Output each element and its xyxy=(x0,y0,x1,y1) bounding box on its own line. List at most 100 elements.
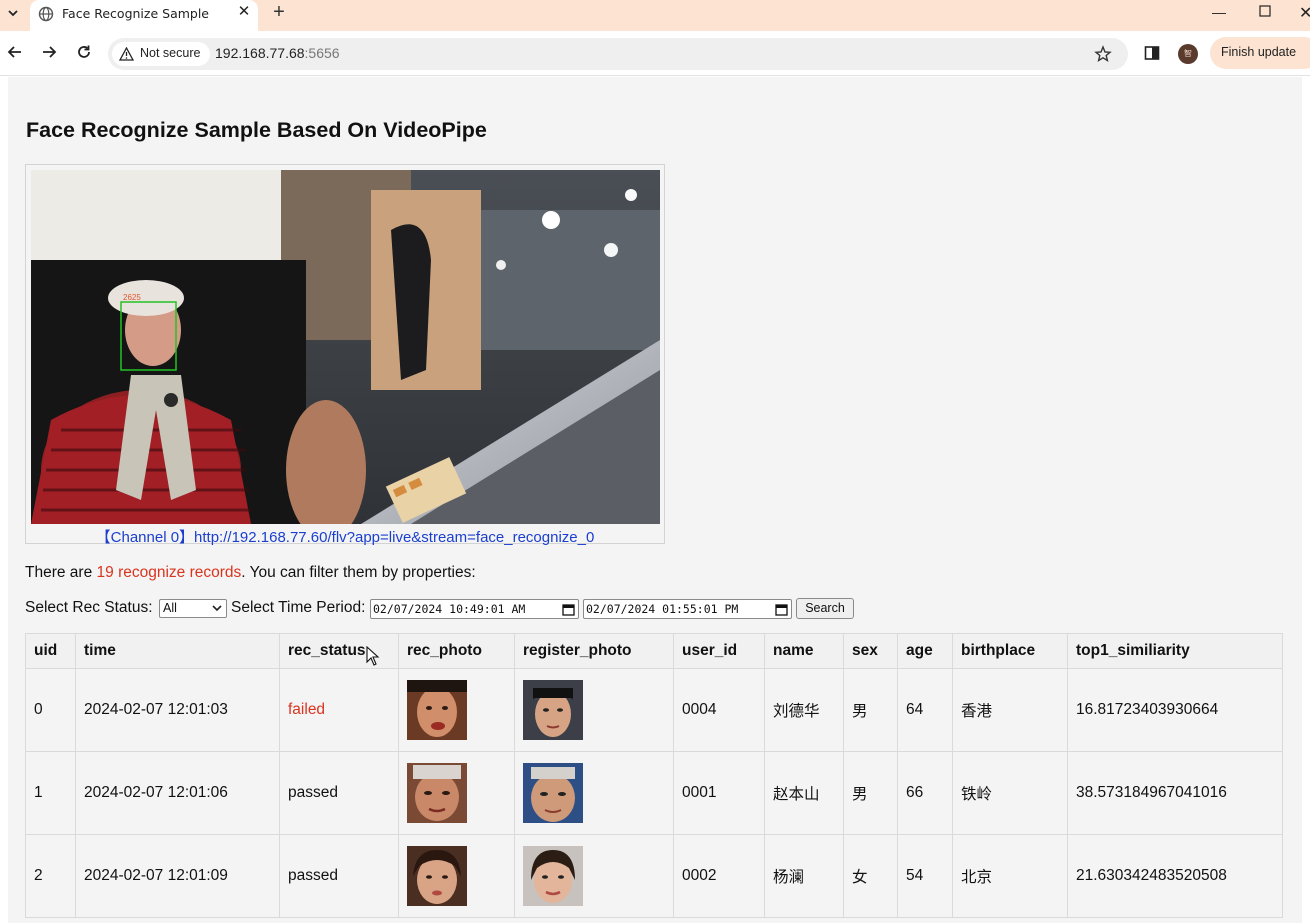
cell-uid: 1 xyxy=(25,751,76,835)
video-frame-image: 2625 xyxy=(31,170,660,524)
page-title: Face Recognize Sample Based On VideoPipe xyxy=(26,118,487,142)
calendar-icon[interactable] xyxy=(562,603,575,616)
register-photo-image xyxy=(523,846,583,906)
cell-top1-similarity: 16.81723403930664 xyxy=(1067,668,1283,752)
video-panel: 2625 【Channel 0】http://192.168.77.60/flv… xyxy=(25,164,665,547)
column-header-time: time xyxy=(75,633,280,669)
tab-title: Face Recognize Sample xyxy=(62,6,209,21)
cell-rec-photo xyxy=(398,751,515,835)
cell-time: 2024-02-07 12:01:09 xyxy=(75,834,280,918)
close-tab-icon[interactable]: ✕ xyxy=(236,4,252,20)
table-row: 0 2024-02-07 12:01:03 failed 0004 刘德华 男 … xyxy=(25,668,1283,752)
column-header-sex: sex xyxy=(843,633,898,669)
maximize-button[interactable] xyxy=(1256,4,1274,20)
cell-top1-similarity: 38.573184967041016 xyxy=(1067,751,1283,835)
cell-time: 2024-02-07 12:01:06 xyxy=(75,751,280,835)
search-button[interactable]: Search xyxy=(796,598,854,619)
records-table: uid time rec_status rec_photo register_p… xyxy=(25,633,1283,918)
side-panel-icon[interactable] xyxy=(1144,45,1160,61)
column-header-age: age xyxy=(897,633,953,669)
cell-top1-similarity: 21.630342483520508 xyxy=(1067,834,1283,918)
cell-register-photo xyxy=(514,834,674,918)
cell-sex: 男 xyxy=(843,751,898,835)
register-photo-image xyxy=(523,680,583,740)
cell-birthplace: 香港 xyxy=(952,668,1068,752)
cell-name: 刘德华 xyxy=(764,668,844,752)
browser-toolbar: Not secure 192.168.77.68:5656 智 Finish u… xyxy=(0,31,1310,76)
cell-user-id: 0004 xyxy=(673,668,765,752)
mouse-cursor-icon xyxy=(366,646,380,666)
site-security-chip[interactable]: Not secure xyxy=(112,42,210,66)
warning-triangle-icon xyxy=(119,47,134,61)
cell-register-photo xyxy=(514,751,674,835)
minimize-button[interactable]: — xyxy=(1210,4,1228,20)
status-filter-label: Select Rec Status: xyxy=(25,599,153,616)
column-header-uid: uid xyxy=(25,633,76,669)
cell-rec-photo xyxy=(398,668,515,752)
rec-status-select[interactable]: All xyxy=(159,599,227,618)
video-player[interactable]: 2625 xyxy=(31,170,660,524)
address-bar[interactable]: Not secure 192.168.77.68:5656 xyxy=(108,38,1128,70)
reload-icon[interactable] xyxy=(75,43,93,61)
url-text[interactable]: 192.168.77.68:5656 xyxy=(215,45,340,61)
start-time-input[interactable]: 02/07/2024 10:49:01 AM xyxy=(370,599,579,619)
rec-photo-image xyxy=(407,763,467,823)
forward-arrow-icon[interactable] xyxy=(40,43,58,61)
active-tab[interactable]: Face Recognize Sample ✕ xyxy=(30,0,258,31)
cell-rec-photo xyxy=(398,834,515,918)
cell-birthplace: 铁岭 xyxy=(952,751,1068,835)
table-header-row: uid time rec_status rec_photo register_p… xyxy=(25,633,1283,669)
bookmark-star-icon[interactable] xyxy=(1094,45,1112,63)
summary-prefix: There are xyxy=(25,564,97,581)
column-header-rec-photo: rec_photo xyxy=(398,633,515,669)
column-header-birthplace: birthplace xyxy=(952,633,1068,669)
calendar-icon[interactable] xyxy=(775,603,788,616)
security-label: Not secure xyxy=(140,46,201,60)
globe-icon xyxy=(38,6,54,22)
finish-update-label: Finish update xyxy=(1221,45,1297,59)
cell-rec-status: failed xyxy=(279,668,399,752)
period-filter-label: Select Time Period: xyxy=(231,599,366,616)
url-port: :5656 xyxy=(304,45,340,61)
table-row: 2 2024-02-07 12:01:09 passed 0002 杨澜 女 5… xyxy=(25,834,1283,918)
cell-sex: 男 xyxy=(843,668,898,752)
chevron-down-icon xyxy=(8,10,18,17)
cell-birthplace: 北京 xyxy=(952,834,1068,918)
register-photo-image xyxy=(523,763,583,823)
window-close-button[interactable]: ✕ xyxy=(1299,3,1310,19)
column-header-top1-similarity: top1_similiarity xyxy=(1067,633,1283,669)
url-host: 192.168.77.68 xyxy=(215,45,305,61)
new-tab-button[interactable]: + xyxy=(270,2,288,22)
chevron-down-icon xyxy=(212,605,222,612)
back-arrow-icon[interactable] xyxy=(6,43,24,61)
cell-uid: 0 xyxy=(25,668,76,752)
profile-avatar[interactable]: 智 xyxy=(1178,44,1198,64)
cell-uid: 2 xyxy=(25,834,76,918)
cell-rec-status: passed xyxy=(279,751,399,835)
column-header-user-id: user_id xyxy=(673,633,765,669)
cell-rec-status: passed xyxy=(279,834,399,918)
column-header-name: name xyxy=(764,633,844,669)
cell-sex: 女 xyxy=(843,834,898,918)
page-viewport: Face Recognize Sample Based On VideoPipe xyxy=(0,77,1310,923)
rec-photo-image xyxy=(407,680,467,740)
tab-search-button[interactable] xyxy=(0,0,26,26)
cell-age: 54 xyxy=(897,834,953,918)
channel-stream-link[interactable]: 【Channel 0】http://192.168.77.60/flv?app=… xyxy=(26,526,664,547)
start-time-value: 02/07/2024 10:49:01 AM xyxy=(373,602,526,616)
cell-age: 66 xyxy=(897,751,953,835)
rec-status-value: All xyxy=(163,601,177,615)
cell-name: 赵本山 xyxy=(764,751,844,835)
column-header-rec-status: rec_status xyxy=(279,633,399,669)
end-time-input[interactable]: 02/07/2024 01:55:01 PM xyxy=(583,599,792,619)
face-box-label: 2625 xyxy=(123,293,141,302)
cell-register-photo xyxy=(514,668,674,752)
table-row: 1 2024-02-07 12:01:06 passed 0001 赵本山 男 … xyxy=(25,751,1283,835)
summary-suffix: . You can filter them by properties: xyxy=(241,564,476,581)
finish-update-button[interactable]: Finish update xyxy=(1210,37,1310,69)
records-count: 19 recognize records xyxy=(96,564,242,581)
tab-strip: Face Recognize Sample ✕ + — ✕ xyxy=(0,0,1310,31)
cell-user-id: 0001 xyxy=(673,751,765,835)
cell-age: 64 xyxy=(897,668,953,752)
cell-time: 2024-02-07 12:01:03 xyxy=(75,668,280,752)
